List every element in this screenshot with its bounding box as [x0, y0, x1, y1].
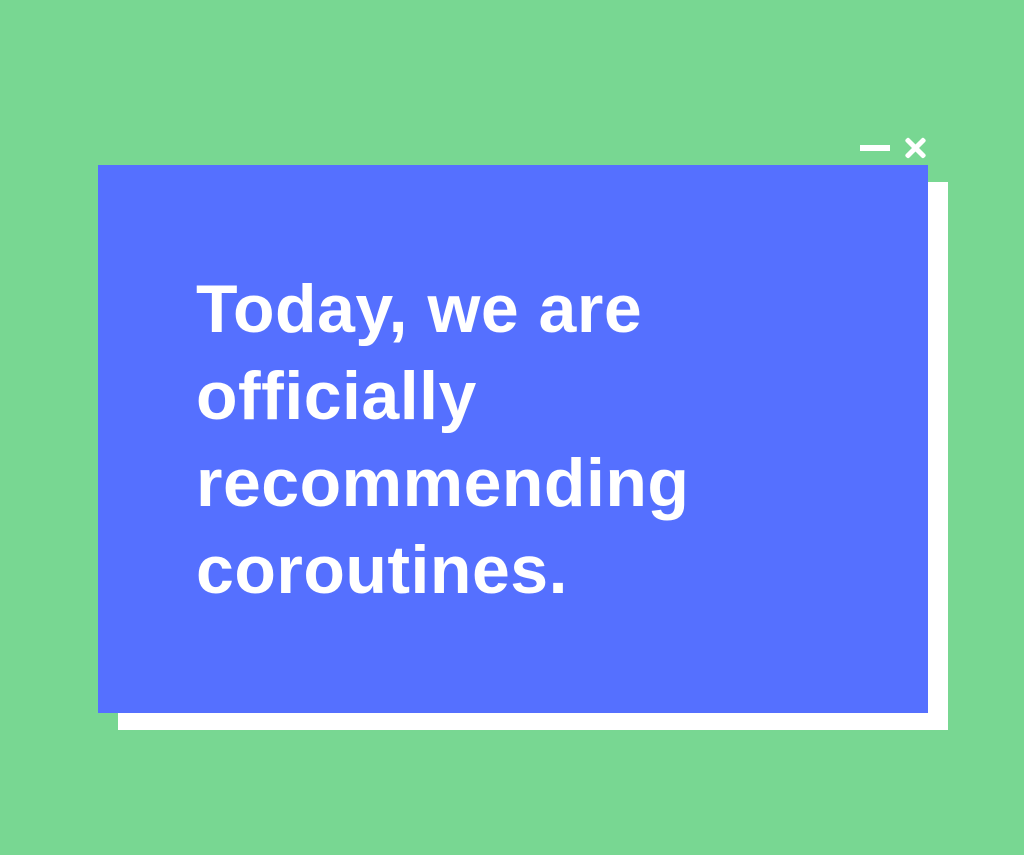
announcement-line: recommending [196, 445, 690, 521]
announcement-text: Today, we are officially recommending co… [196, 266, 876, 614]
announcement-line: coroutines. [196, 532, 568, 608]
window-controls [858, 133, 930, 161]
close-icon[interactable] [902, 135, 930, 163]
announcement-line: Today, we are [196, 271, 643, 347]
announcement-line: officially [196, 358, 477, 434]
close-icon-stroke [904, 137, 927, 159]
background: Today, we are officially recommending co… [0, 0, 1024, 855]
minimize-icon[interactable] [860, 145, 890, 151]
